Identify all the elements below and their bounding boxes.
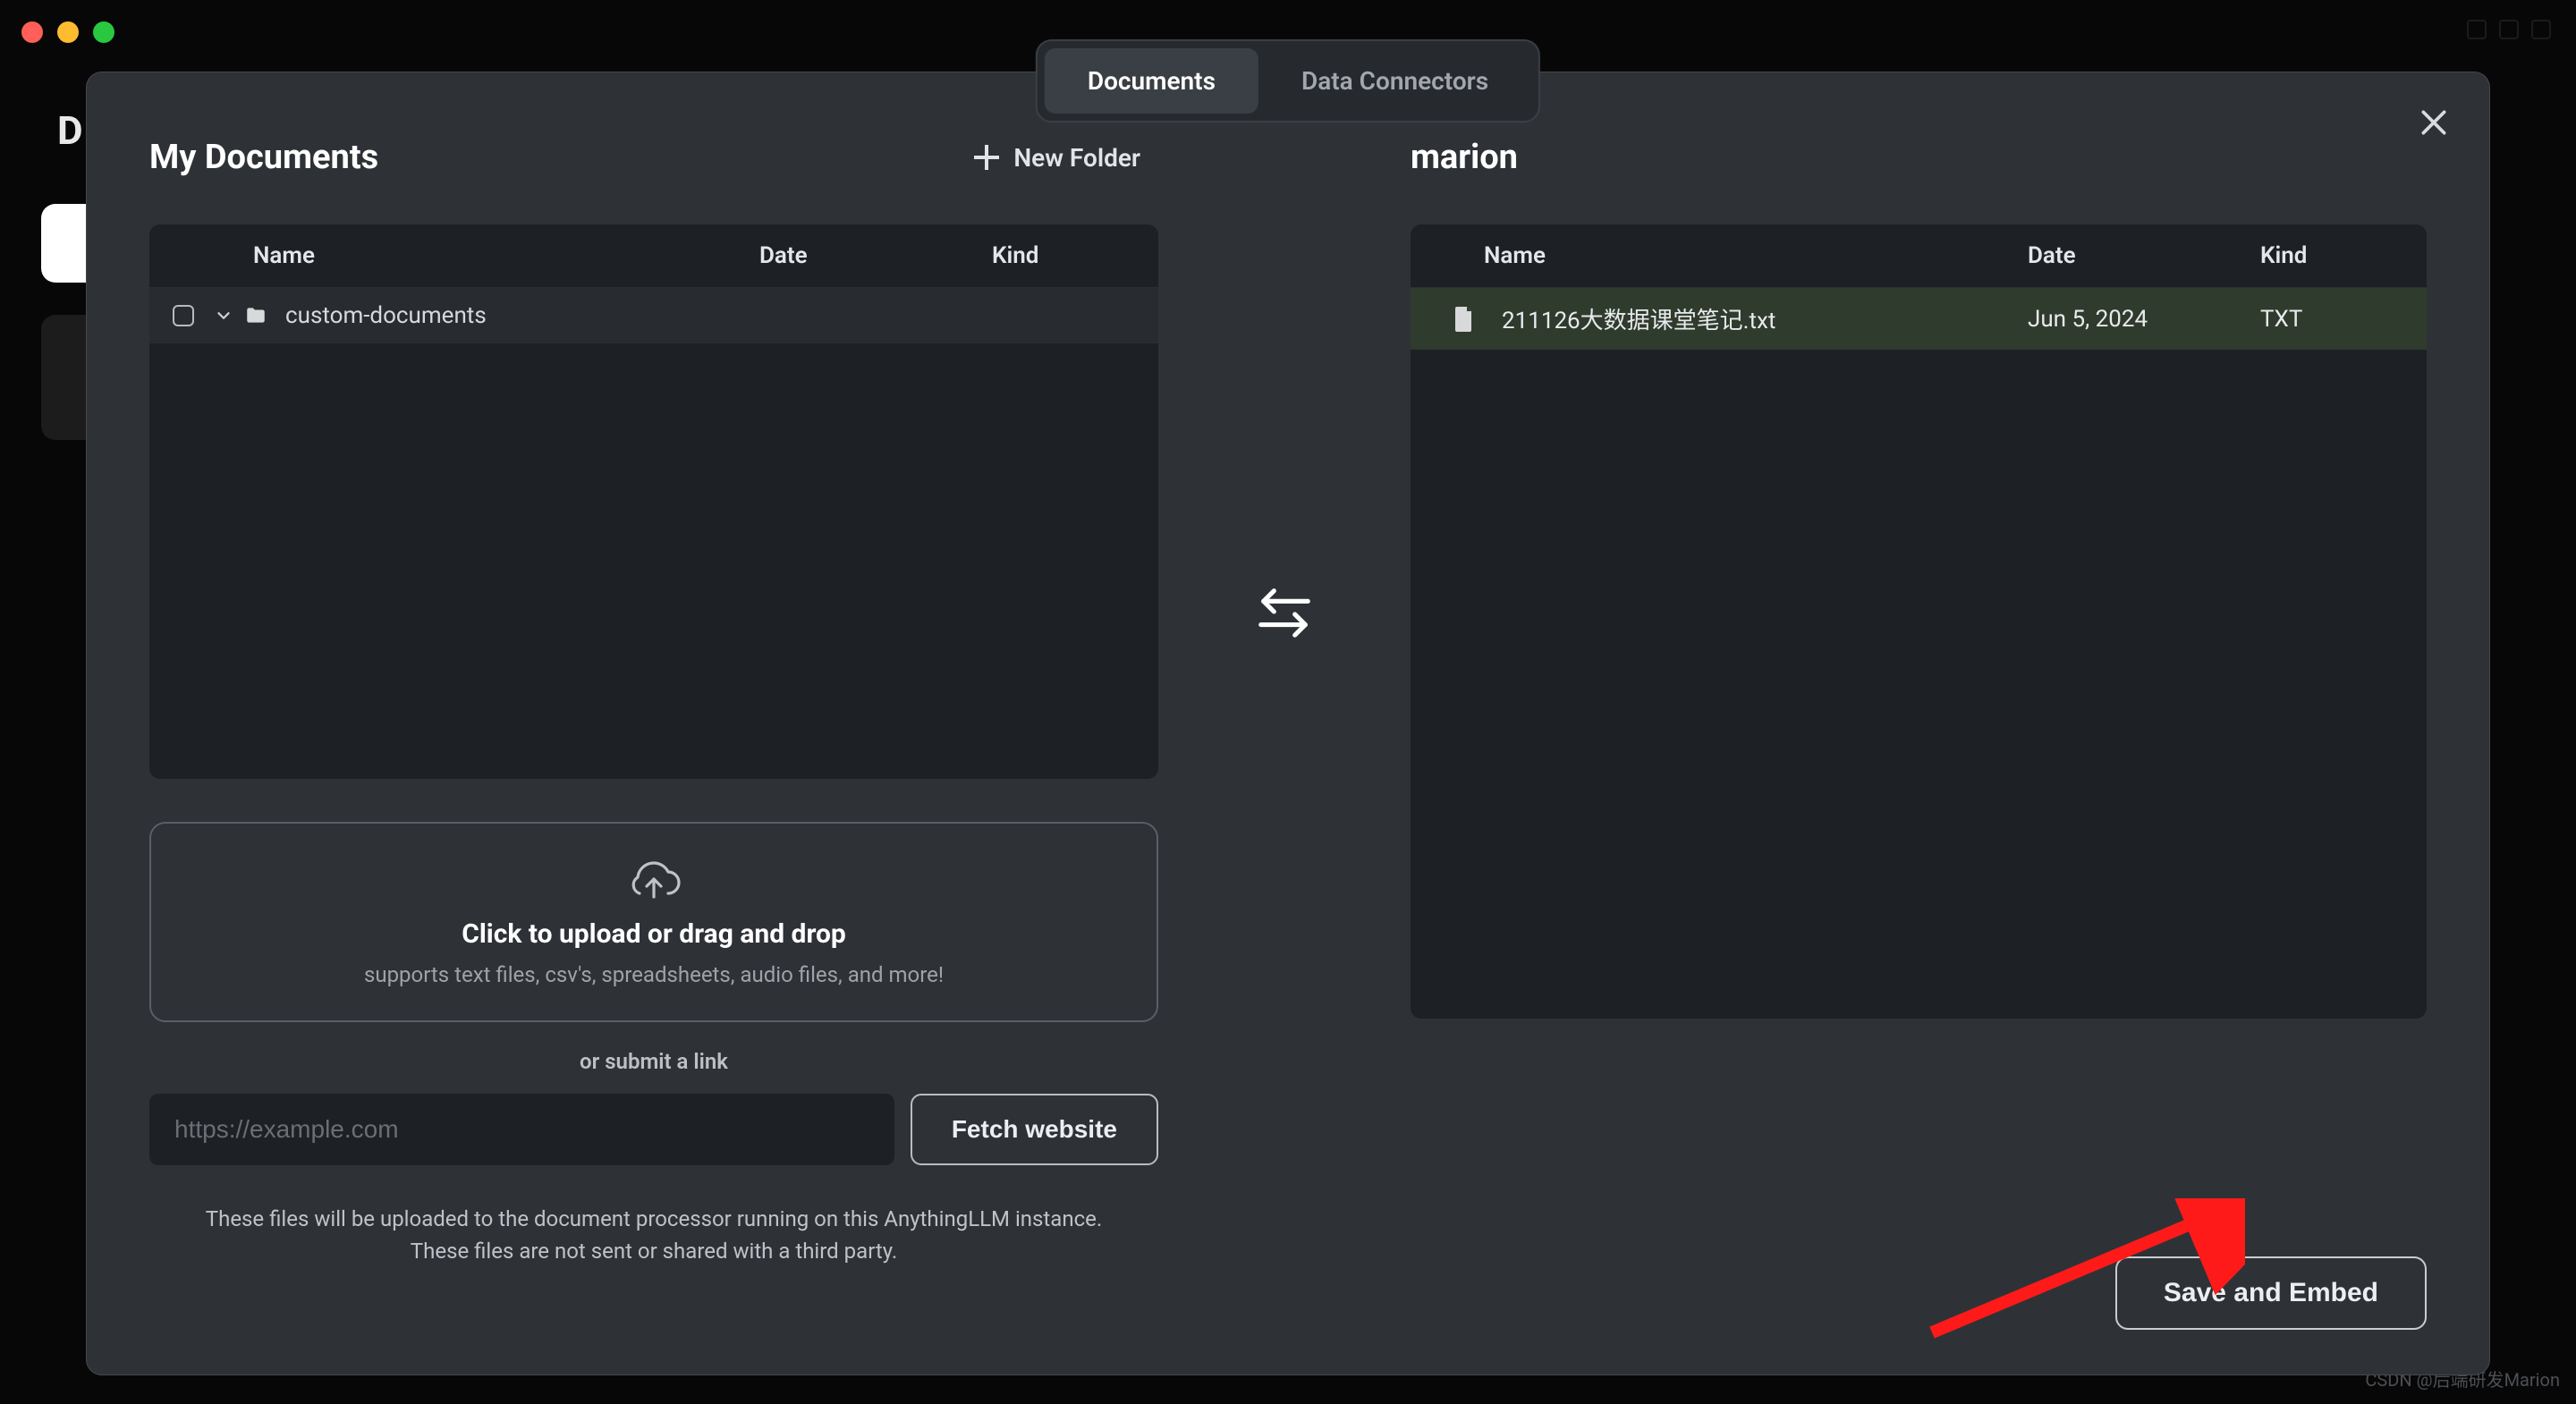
workspace-title: marion (1411, 138, 1518, 177)
or-submit-link-text: or submit a link (149, 1049, 1158, 1074)
cloud-upload-icon (625, 858, 682, 906)
tab-data-connectors[interactable]: Data Connectors (1258, 48, 1531, 114)
minimize-window-dot[interactable] (57, 21, 79, 43)
new-folder-label: New Folder (1013, 143, 1140, 173)
bg-title-hint: D (57, 107, 83, 154)
workspace-table-header: Name Date Kind (1411, 224, 2427, 288)
fetch-website-button[interactable]: Fetch website (911, 1094, 1158, 1165)
close-window-dot[interactable] (21, 21, 43, 43)
documents-table-header: Name Date Kind (149, 224, 1158, 288)
plus-icon (974, 145, 999, 170)
upload-footer-note: These files will be uploaded to the docu… (149, 1203, 1158, 1267)
file-name: 211126大数据课堂笔记.txt (1502, 302, 2028, 335)
documents-modal: My Documents New Folder Name Date Kind (86, 72, 2490, 1375)
window-traffic-lights[interactable] (21, 21, 114, 43)
file-date: Jun 5, 2024 (2028, 306, 2260, 333)
new-folder-button[interactable]: New Folder (974, 143, 1158, 173)
website-url-input[interactable] (149, 1094, 894, 1165)
top-tab-bar: Documents Data Connectors (1036, 39, 1540, 123)
col-name: Name (1484, 242, 2028, 269)
document-icon (1453, 307, 1475, 332)
my-documents-panel: My Documents New Folder Name Date Kind (149, 117, 1158, 1339)
col-kind: Kind (2260, 242, 2403, 269)
folder-icon (244, 304, 267, 327)
workspace-table: Name Date Kind 211126大数据课堂笔记.txt Jun 5, … (1411, 224, 2427, 1019)
documents-table: Name Date Kind custom-documents (149, 224, 1158, 779)
my-documents-title: My Documents (149, 138, 378, 177)
window-controls-faded (2467, 20, 2551, 39)
save-and-embed-button[interactable]: Save and Embed (2115, 1256, 2427, 1330)
col-kind: Kind (992, 242, 1135, 269)
col-date: Date (2028, 242, 2260, 269)
col-date: Date (759, 242, 992, 269)
zoom-window-dot[interactable] (93, 21, 114, 43)
upload-dropzone[interactable]: Click to upload or drag and drop support… (149, 822, 1158, 1022)
workspace-panel: marion Name Date Kind 211126大数据课堂笔记.txt … (1411, 117, 2427, 1339)
folder-name: custom-documents (285, 302, 487, 329)
file-row[interactable]: 211126大数据课堂笔记.txt Jun 5, 2024 TXT (1411, 288, 2427, 350)
col-name: Name (253, 242, 759, 269)
chevron-down-icon[interactable] (214, 306, 233, 326)
upload-sub-text: supports text files, csv's, spreadsheets… (364, 962, 944, 987)
folder-row[interactable]: custom-documents (149, 288, 1158, 343)
transfer-arrows-icon[interactable] (1253, 580, 1316, 643)
tab-documents[interactable]: Documents (1045, 48, 1258, 114)
upload-main-text: Click to upload or drag and drop (462, 918, 846, 950)
file-kind: TXT (2260, 306, 2403, 333)
row-checkbox[interactable] (173, 305, 194, 326)
